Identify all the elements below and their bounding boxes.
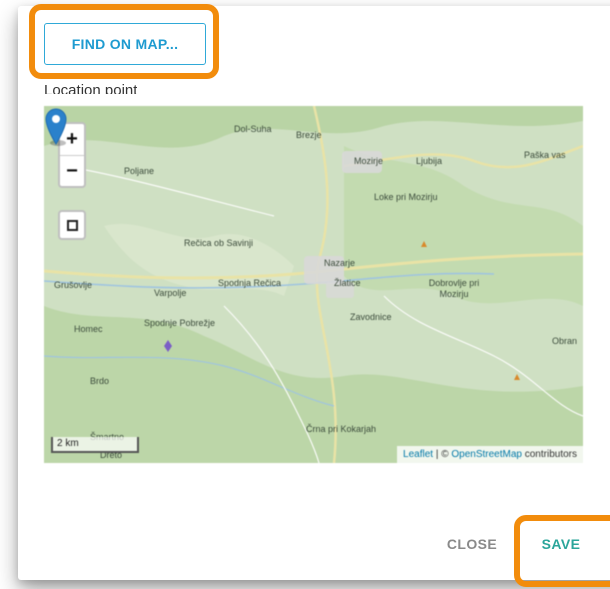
map-pin-icon[interactable] [44, 106, 68, 146]
find-button-highlight [29, 4, 219, 79]
map-label-grusovlje: Grušovlje [54, 280, 93, 290]
map-label-recica-ob-savinji: Rečica ob Savinji [184, 238, 254, 248]
map-label-mozirje: Mozirje [354, 156, 384, 166]
locate-button[interactable] [58, 210, 86, 240]
save-button-highlight [514, 515, 610, 587]
map-label-spodnje-pobrezje: Spodnje Pobrežje [144, 318, 216, 328]
map-label-dol-suha: Dol-Suha [234, 124, 272, 134]
attribution-separator: | © [433, 449, 452, 460]
map-label-brezje: Brezje [296, 130, 322, 140]
leaflet-link[interactable]: Leaflet [403, 449, 433, 460]
map-label-varpolje: Varpolje [154, 288, 187, 298]
map-label-nazarje: Nazarje [324, 258, 356, 268]
zoom-out-button[interactable]: − [60, 155, 84, 187]
map-label-spodnja-recica: Spodnja Rečica [218, 278, 282, 288]
openstreetmap-link[interactable]: OpenStreetMap [451, 449, 522, 460]
map-label-loke-pri-mozirju: Loke pri Mozirju [374, 192, 438, 202]
attribution-contributors: contributors [521, 449, 577, 460]
map-label-ljubija: Ljubija [416, 156, 443, 166]
map-label-zavodnice: Zavodnice [350, 312, 392, 322]
map-label-crna-pri-kokarjah: Črna pri Kokarjah [306, 424, 377, 434]
square-target-icon [66, 219, 78, 231]
map-label-homec: Homec [74, 324, 103, 334]
map-view[interactable]: Dol-Suha Brezje Mozirje Ljubija Paška va… [44, 106, 583, 463]
map-label-zlatice: Žlatice [334, 278, 361, 288]
map-attribution: Leaflet | © OpenStreetMap contributors [397, 446, 583, 463]
location-point-label: Location point [44, 82, 138, 94]
map-scale: 2 km [51, 437, 139, 453]
map-label-dobrovlje: Dobrovlje pri Mozirju [428, 278, 480, 299]
close-button[interactable]: CLOSE [437, 532, 507, 556]
map-label-brdo: Brdo [90, 376, 110, 386]
map-label-poljane: Poljane [124, 166, 155, 176]
map-tiles [44, 106, 583, 463]
map-label-obran: Obran [552, 336, 578, 346]
map-label-packa-vas: Paška vas [524, 150, 566, 160]
